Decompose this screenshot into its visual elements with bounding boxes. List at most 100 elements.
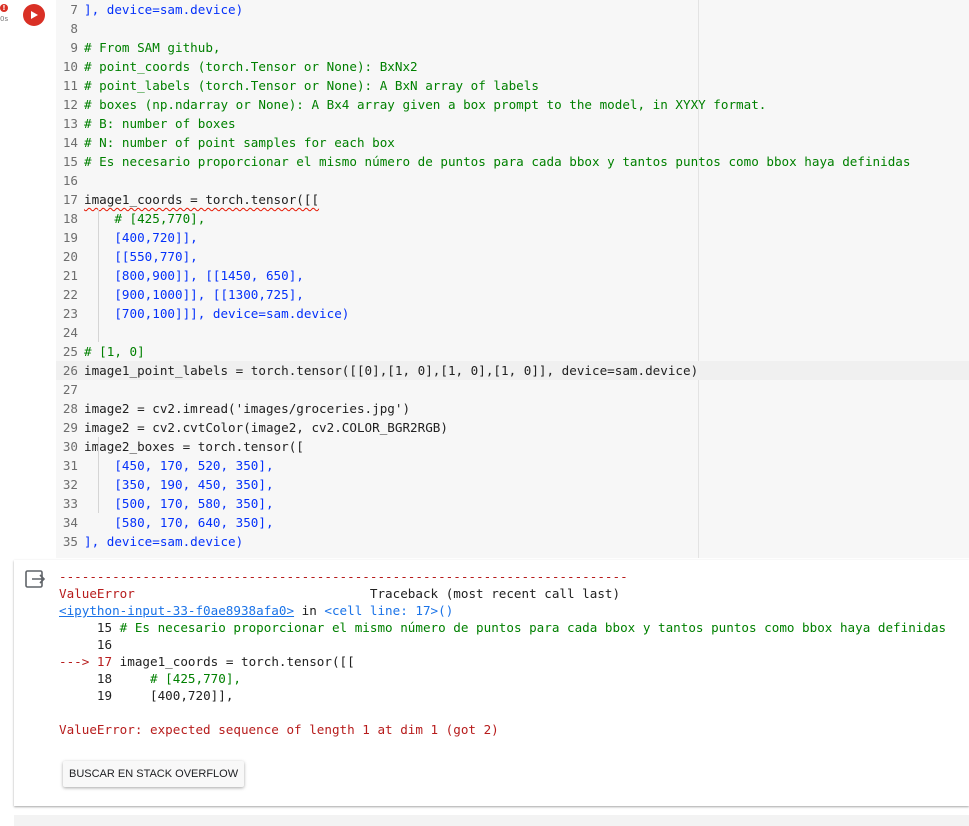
code-line[interactable]: 31 [450, 170, 520, 350], [56,456,969,475]
context-prefix-18: 18 [59,671,120,686]
code-line[interactable]: 13 # B: number of boxes [56,114,969,133]
code-text: # Es necesario proporcionar el mismo núm… [84,154,911,169]
line-number: 24 [62,325,78,340]
cell-gutter: ! 0s [0,0,56,560]
context-prefix-19: 19 [59,688,120,703]
code-line[interactable]: 23 [700,100]]], device=sam.device) [56,304,969,323]
context-line-19: [400,720]], [119,688,234,703]
traceback: ----------------------------------------… [59,568,946,738]
code-line[interactable]: 16 [56,171,969,190]
line-number: 17 [62,192,78,207]
code-text: # N: number of point samples for each bo… [84,135,395,150]
code-text: ], device=sam.device) [84,2,244,17]
code-text: [350, 190, 450, 350], [84,477,274,492]
code-line[interactable]: 33 [500, 170, 580, 350], [56,494,969,513]
line-number: 12 [62,97,78,112]
line-number: 15 [62,154,78,169]
code-text: [500, 170, 580, 350], [84,496,274,511]
code-text: # point_coords (torch.Tensor or None): B… [84,59,418,74]
line-number: 16 [62,173,78,188]
code-line[interactable]: 17 image1_coords = torch.tensor([[ [56,190,969,209]
code-text: [700,100]]], device=sam.device) [84,306,350,321]
run-time: 0s [0,15,9,23]
code-text: ], device=sam.device) [84,534,244,549]
line-number: 10 [62,59,78,74]
code-text: # boxes (np.ndarray or None): A Bx4 arra… [84,97,767,112]
code-text: image2 = cv2.imread('images/groceries.jp… [84,401,411,416]
code-text: [900,1000]], [[1300,725], [84,287,304,302]
indent-guide [98,437,99,513]
line-number: 11 [62,78,78,93]
code-line[interactable]: 15 # Es necesario proporcionar el mismo n… [56,152,969,171]
code-line[interactable]: 11 # point_labels (torch.Tensor or None):… [56,76,969,95]
code-text: [800,900]], [[1450, 650], [84,268,304,283]
cell-line-ref[interactable]: <cell line: 17>() [324,603,453,618]
code-text: # point_labels (torch.Tensor or None): A… [84,78,539,93]
ipython-input-link[interactable]: <ipython-input-33-f0ae8938afa0> [59,603,294,618]
code-text: [[550,770], [84,249,198,264]
traceback-header: Traceback (most recent call last) [369,586,621,601]
code-line[interactable]: 7], device=sam.device) [56,0,969,19]
code-line[interactable]: 18 # [425,770], [56,209,969,228]
error-name: ValueError [59,586,135,601]
line-number: 30 [62,439,78,454]
run-cell-button[interactable] [23,4,45,26]
code-line[interactable]: 8 [56,19,969,38]
error-badge: ! [0,4,8,12]
line-number: 21 [62,268,78,283]
code-text: image2 = cv2.cvtColor(image2, cv2.COLOR_… [84,420,448,435]
line-number: 13 [62,116,78,131]
code-line[interactable]: 14 # N: number of point samples for each … [56,133,969,152]
code-line[interactable]: 29 image2 = cv2.cvtColor(image2, cv2.COLO… [56,418,969,437]
line-number: 29 [62,420,78,435]
search-stack-overflow-button[interactable]: BUSCAR EN STACK OVERFLOW [63,761,245,787]
line-number: 31 [62,458,78,473]
error-message: ValueError: expected sequence of length … [59,722,499,737]
code-line[interactable]: 21 [800,900]], [[1450, 650], [56,266,969,285]
code-line[interactable]: 24 [56,323,969,342]
code-text: [580, 170, 640, 350], [84,515,274,530]
context-prefix-16: 16 [59,637,120,652]
line-number: 26 [62,363,78,378]
code-text: image1_point_labels = torch.tensor([[0],… [84,363,699,378]
code-line[interactable]: 10 # point_coords (torch.Tensor or None):… [56,57,969,76]
code-line[interactable]: 26 image1_point_labels = torch.tensor([[0… [56,361,969,380]
code-editor[interactable]: 7], device=sam.device) 8 9 # From SAM githu… [56,0,969,558]
line-number: 33 [62,496,78,511]
in-word: in [294,603,325,618]
code-line[interactable]: 20 [[550,770], [56,247,969,266]
line-number: 18 [62,211,78,226]
code-line[interactable]: 19 [400,720]], [56,228,969,247]
code-line[interactable]: 12 # boxes (np.ndarray or None): A Bx4 ar… [56,95,969,114]
next-cell-strip [14,815,969,826]
context-line-17: image1_coords = torch.tensor([[ [119,654,355,669]
line-number: 19 [62,230,78,245]
cell-output: ----------------------------------------… [14,560,969,806]
code-line[interactable]: 30 image2_boxes = torch.tensor([ [56,437,969,456]
context-line-15: # Es necesario proporcionar el mismo núm… [119,620,947,635]
line-number: 32 [62,477,78,492]
traceback-divider: ----------------------------------------… [59,569,628,584]
code-line[interactable]: 28 image2 = cv2.imread('images/groceries.… [56,399,969,418]
code-line[interactable]: 22 [900,1000]], [[1300,725], [56,285,969,304]
code-text: [400,720]], [84,230,198,245]
line-number: 28 [62,401,78,416]
code-text: [450, 170, 520, 350], [84,458,274,473]
code-line[interactable]: 35 ], device=sam.device) [56,532,969,551]
code-line[interactable]: 27 [56,380,969,399]
line-number: 35 [62,534,78,549]
code-text: image1_coords = torch.tensor([[ [84,192,320,207]
code-text: image2_boxes = torch.tensor([ [84,439,304,454]
line-number: 34 [62,515,78,530]
output-toggle-icon[interactable] [24,568,46,590]
context-line-18: # [425,770], [119,671,241,686]
line-number: 25 [62,344,78,359]
code-line[interactable]: 34 [580, 170, 640, 350], [56,513,969,532]
line-number: 8 [70,21,78,36]
line-number: 9 [70,40,78,55]
code-line[interactable]: 25 # [1, 0] [56,342,969,361]
line-number: 20 [62,249,78,264]
code-line[interactable]: 9 # From SAM github, [56,38,969,57]
code-text: # [425,770], [84,211,206,226]
code-line[interactable]: 32 [350, 190, 450, 350], [56,475,969,494]
